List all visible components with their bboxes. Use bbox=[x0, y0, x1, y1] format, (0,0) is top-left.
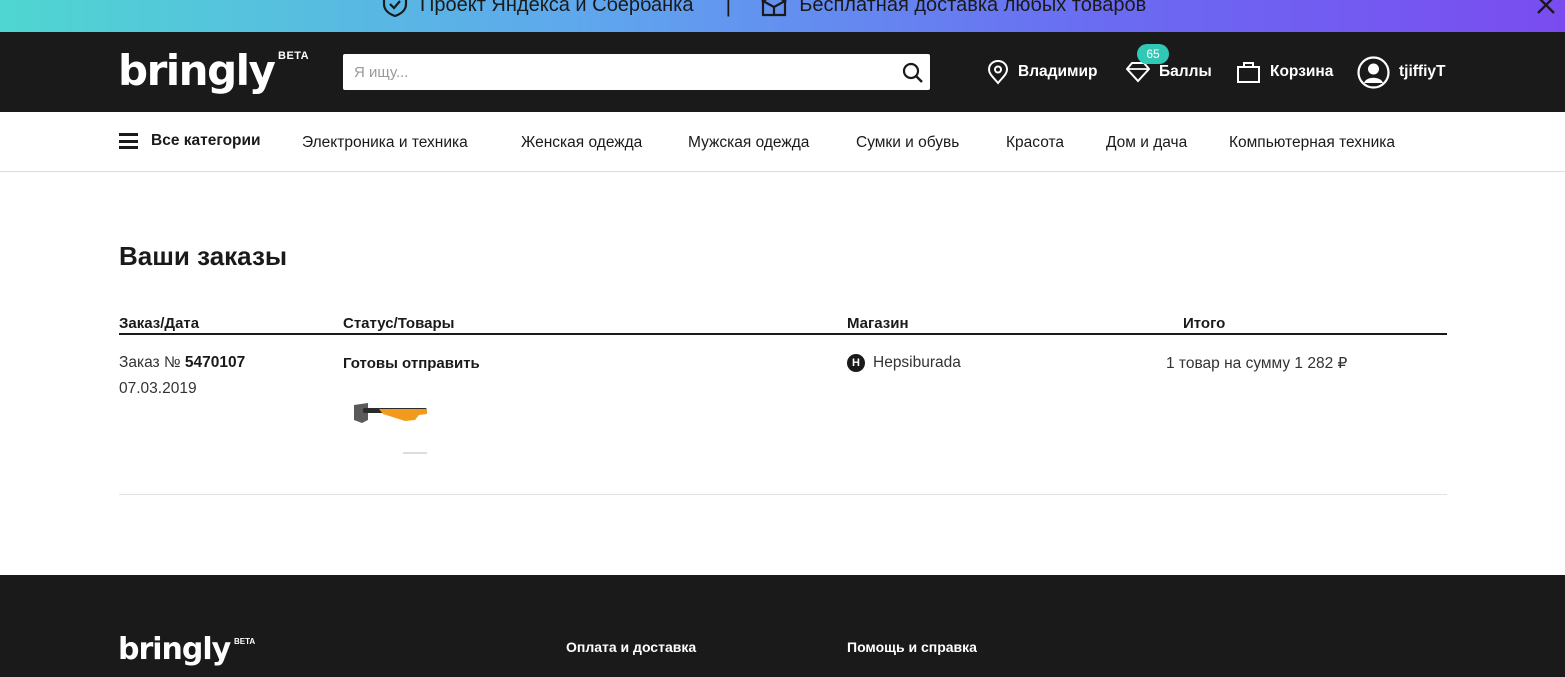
order-status: Готовы отправить bbox=[343, 355, 480, 372]
city-label: Владимир bbox=[1018, 63, 1098, 80]
column-header-total: Итого bbox=[1183, 315, 1226, 332]
category-nav: Все категории Электроника и техника Женс… bbox=[0, 112, 1565, 172]
store-label: Hepsiburada bbox=[873, 354, 961, 371]
order-number-value: 5470107 bbox=[184, 354, 246, 371]
column-header-store: Магазин bbox=[847, 315, 909, 332]
promo-text-left: Проект Яндекса и Сбербанка bbox=[420, 0, 694, 16]
points-label: Баллы bbox=[1159, 63, 1212, 80]
category-link-home-garden[interactable]: Дом и дача bbox=[1106, 134, 1187, 152]
search-input[interactable] bbox=[343, 54, 893, 90]
category-link-electronics[interactable]: Электроника и техника bbox=[302, 134, 468, 152]
shopping-bag-icon bbox=[1237, 62, 1260, 83]
column-header-order-date: Заказ/Дата bbox=[119, 315, 200, 332]
city-selector[interactable]: Владимир bbox=[987, 56, 1098, 88]
site-header: bringly BETA Владимир Баллы 65 Корзина t… bbox=[0, 32, 1565, 112]
site-footer: bringly BETA Оплата и доставка Помощь и … bbox=[0, 575, 1565, 677]
column-header-status-items: Статус/Товары bbox=[343, 315, 455, 332]
delivery-box-icon bbox=[761, 0, 788, 17]
location-pin-icon bbox=[987, 59, 1009, 85]
order-total: 1 товар на сумму 1 282 ₽ bbox=[1166, 355, 1348, 372]
promo-banner[interactable]: Проект Яндекса и Сбербанка | Бесплатная … bbox=[0, 0, 1565, 32]
footer-link-payment-delivery[interactable]: Оплата и доставка bbox=[566, 639, 696, 655]
avatar-icon bbox=[1357, 55, 1390, 89]
order-date: 07.03.2019 bbox=[119, 380, 197, 397]
user-menu[interactable]: tjiffiyT bbox=[1357, 55, 1446, 89]
category-link-womens-clothing[interactable]: Женская одежда bbox=[521, 134, 642, 152]
category-link-beauty[interactable]: Красота bbox=[1006, 134, 1064, 152]
logo-beta-badge: BETA bbox=[278, 50, 310, 62]
footer-link-help[interactable]: Помощь и справка bbox=[847, 639, 977, 655]
product-thumbnail-axe[interactable] bbox=[349, 392, 435, 456]
store-logo-icon: H bbox=[847, 354, 865, 372]
footer-logo[interactable]: bringly bbox=[118, 633, 231, 667]
order-number[interactable]: Заказ № 5470107 bbox=[119, 354, 245, 372]
footer-logo-beta-badge: BETA bbox=[234, 637, 256, 646]
username-label: tjiffiyT bbox=[1399, 63, 1446, 80]
close-icon[interactable] bbox=[1535, 0, 1557, 16]
all-categories-button[interactable]: Все категории bbox=[119, 132, 261, 150]
table-header-divider bbox=[119, 333, 1447, 335]
cart-label: Корзина bbox=[1270, 63, 1334, 80]
shield-check-icon bbox=[382, 0, 408, 17]
menu-icon bbox=[119, 133, 138, 149]
promo-separator: | bbox=[725, 0, 732, 17]
search-box bbox=[343, 54, 930, 90]
points-count-badge: 65 bbox=[1137, 44, 1169, 64]
cart-link[interactable]: Корзина bbox=[1236, 56, 1333, 88]
promo-content: Проект Яндекса и Сбербанка | Бесплатная … bbox=[382, 0, 1146, 17]
page-title: Ваши заказы bbox=[119, 241, 288, 271]
promo-text-right: Бесплатная доставка любых товаров bbox=[799, 0, 1147, 16]
diamond-icon bbox=[1126, 62, 1150, 83]
store-name[interactable]: H Hepsiburada bbox=[847, 354, 961, 372]
category-link-bags-shoes[interactable]: Сумки и обувь bbox=[856, 134, 959, 152]
row-divider bbox=[119, 494, 1447, 495]
category-link-mens-clothing[interactable]: Мужская одежда bbox=[688, 134, 809, 152]
category-link-computers[interactable]: Компьютерная техника bbox=[1229, 134, 1395, 152]
search-icon[interactable] bbox=[902, 62, 923, 83]
all-categories-label: Все категории bbox=[151, 132, 261, 149]
logo[interactable]: bringly bbox=[118, 48, 276, 94]
